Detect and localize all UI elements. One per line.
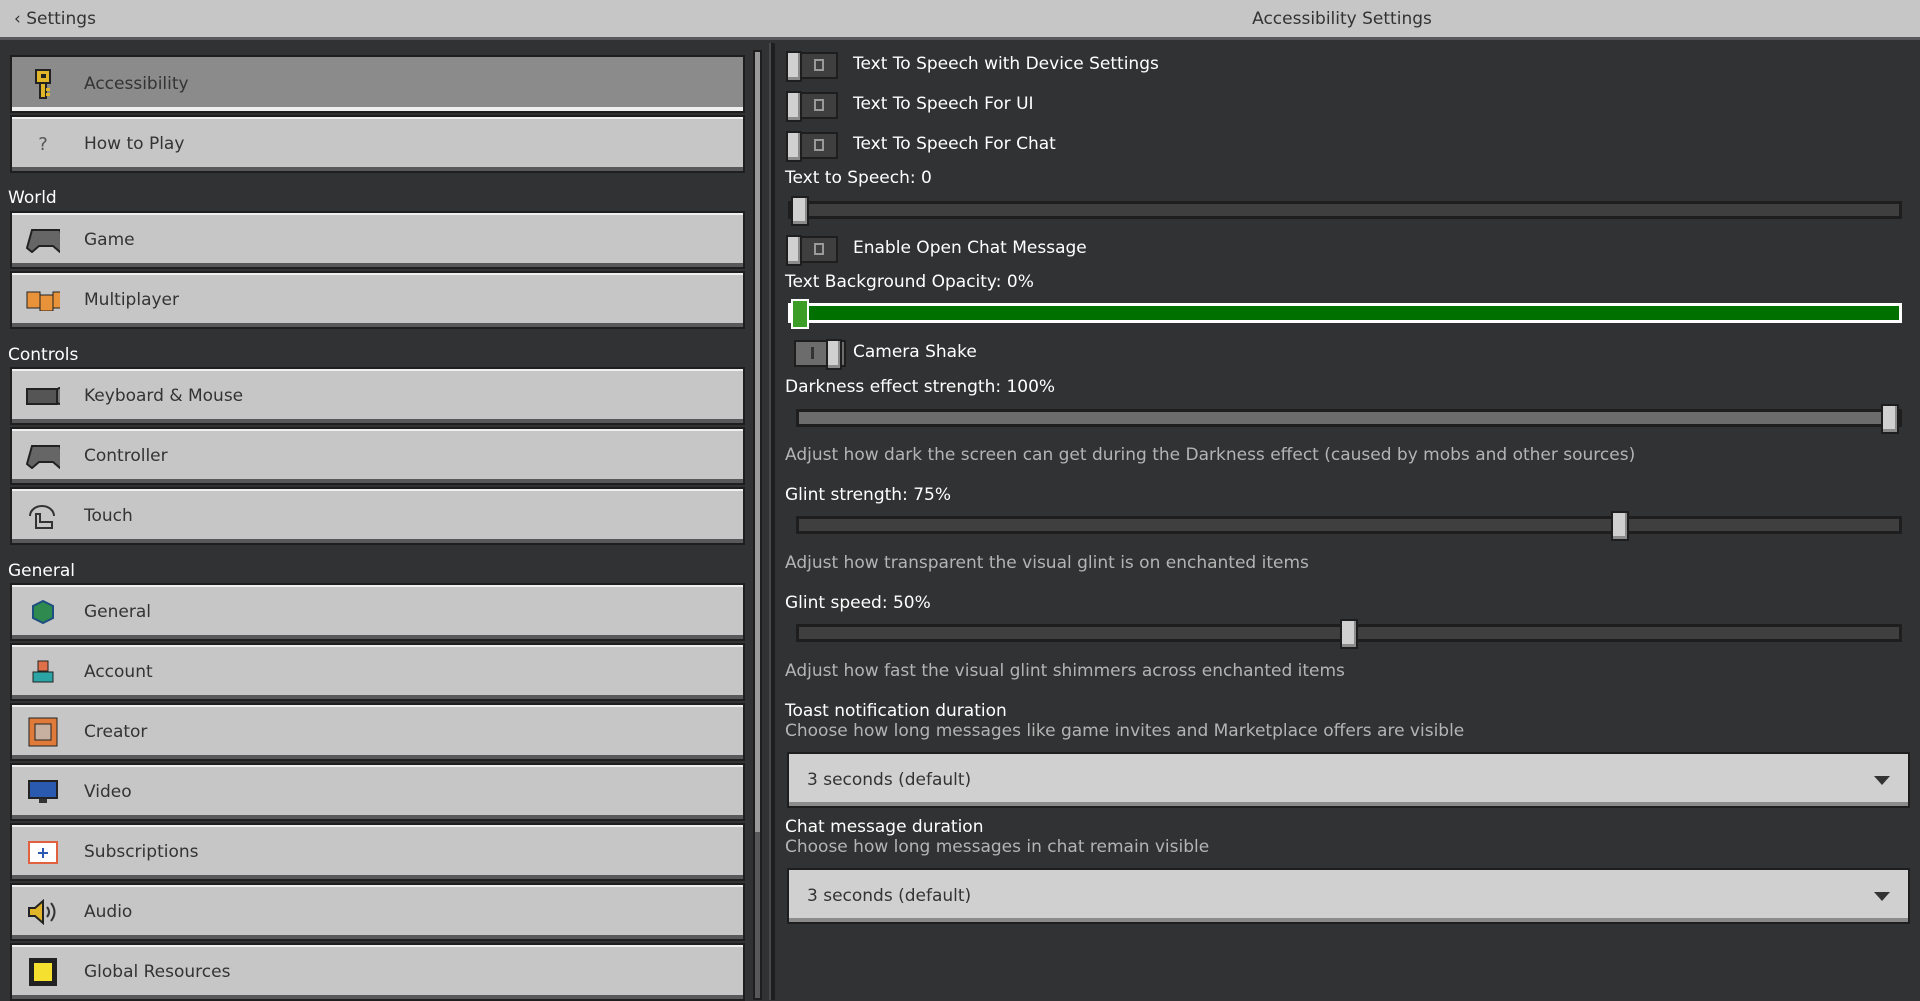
sidebar-item-label: General bbox=[84, 602, 151, 622]
tts-chat-label: Text To Speech For Chat bbox=[853, 134, 1056, 154]
slider-thumb[interactable] bbox=[1881, 404, 1899, 434]
bg-opacity-slider[interactable] bbox=[788, 299, 1902, 329]
tts-chat-toggle[interactable] bbox=[786, 131, 838, 162]
sidebar-item-label: Multiplayer bbox=[84, 290, 179, 310]
open-chat-toggle[interactable] bbox=[786, 235, 838, 266]
controller-icon bbox=[26, 441, 60, 471]
sidebar-item-label: Subscriptions bbox=[84, 842, 199, 862]
toast-duration-dropdown[interactable]: 3 seconds (default) bbox=[787, 752, 1910, 808]
tts-level-label: Text to Speech: 0 bbox=[785, 168, 932, 188]
back-button[interactable]: ‹ Settings bbox=[14, 9, 96, 29]
sidebar-item-label: Audio bbox=[84, 902, 133, 922]
scrollbar-thumb[interactable] bbox=[755, 52, 760, 832]
sidebar-scrollbar[interactable] bbox=[753, 50, 762, 1000]
dropdown-value: 3 seconds (default) bbox=[807, 770, 972, 790]
glint-strength-slider[interactable] bbox=[796, 511, 1902, 541]
darkness-label: Darkness effect strength: 100% bbox=[785, 377, 1056, 397]
header: ‹ Settings Accessibility Settings bbox=[0, 0, 1920, 40]
sidebar-item-game[interactable]: Game bbox=[10, 211, 745, 269]
page-title: Accessibility Settings bbox=[1252, 9, 1432, 29]
back-label: Settings bbox=[26, 9, 96, 29]
slider-thumb[interactable] bbox=[791, 299, 809, 329]
sidebar-item-label: Global Resources bbox=[84, 962, 231, 982]
sidebar-item-label: Keyboard & Mouse bbox=[84, 386, 244, 406]
camera-shake-toggle[interactable] bbox=[794, 339, 846, 370]
sidebar-item-touch[interactable]: Touch bbox=[10, 487, 745, 545]
sidebar-item-label: Account bbox=[84, 662, 153, 682]
creator-icon bbox=[26, 717, 60, 747]
resources-icon bbox=[26, 957, 60, 987]
dropdown-value: 3 seconds (default) bbox=[807, 886, 972, 906]
chevron-down-icon bbox=[1874, 776, 1890, 785]
sidebar-item-video[interactable]: Video bbox=[10, 763, 745, 821]
sidebar-item-accessibility[interactable]: Accessibility bbox=[10, 55, 745, 113]
speaker-icon bbox=[26, 897, 60, 927]
tts-device-toggle[interactable] bbox=[786, 51, 838, 82]
controller-icon bbox=[26, 225, 60, 255]
section-world: World bbox=[8, 188, 57, 208]
sidebar-item-general[interactable]: General bbox=[10, 583, 745, 641]
sidebar-item-label: Accessibility bbox=[84, 74, 189, 94]
darkness-slider[interactable] bbox=[796, 404, 1902, 434]
sidebar-item-account[interactable]: Account bbox=[10, 643, 745, 701]
sidebar-item-subscriptions[interactable]: Subscriptions bbox=[10, 823, 745, 881]
sidebar-item-label: How to Play bbox=[84, 134, 185, 154]
keyboard-icon bbox=[26, 381, 60, 411]
sidebar-item-label: Game bbox=[84, 230, 135, 250]
sidebar-item-global-resources[interactable]: Global Resources bbox=[10, 943, 745, 1001]
question-icon: ? bbox=[38, 133, 48, 155]
camera-shake-label: Camera Shake bbox=[853, 342, 977, 362]
globe-icon bbox=[26, 597, 60, 627]
glint-speed-slider[interactable] bbox=[796, 619, 1902, 649]
sidebar-item-label: Controller bbox=[84, 446, 168, 466]
bg-opacity-label: Text Background Opacity: 0% bbox=[785, 272, 1034, 292]
sidebar-item-keyboard-mouse[interactable]: Keyboard & Mouse bbox=[10, 367, 745, 425]
multiplayer-icon bbox=[26, 285, 60, 315]
sidebar-item-creator[interactable]: Creator bbox=[10, 703, 745, 761]
panel-divider bbox=[769, 43, 775, 1000]
glint-strength-label: Glint strength: 75% bbox=[785, 485, 951, 505]
account-icon bbox=[26, 657, 60, 687]
sidebar-item-label: Video bbox=[84, 782, 132, 802]
glint-speed-desc: Adjust how fast the visual glint shimmer… bbox=[785, 661, 1345, 681]
section-controls: Controls bbox=[8, 345, 79, 365]
tts-device-label: Text To Speech with Device Settings bbox=[853, 54, 1159, 74]
tts-ui-toggle[interactable] bbox=[786, 91, 838, 122]
toast-duration-label: Toast notification duration bbox=[785, 701, 1007, 721]
subscriptions-icon bbox=[26, 837, 60, 867]
tts-ui-label: Text To Speech For UI bbox=[853, 94, 1034, 114]
chat-duration-dropdown[interactable]: 3 seconds (default) bbox=[787, 868, 1910, 924]
sidebar-item-label: Touch bbox=[84, 506, 133, 526]
chat-duration-label: Chat message duration bbox=[785, 817, 984, 837]
sidebar-item-controller[interactable]: Controller bbox=[10, 427, 745, 485]
slider-thumb[interactable] bbox=[791, 196, 809, 226]
sidebar-item-audio[interactable]: Audio bbox=[10, 883, 745, 941]
sidebar-item-how-to-play[interactable]: ? How to Play bbox=[10, 115, 745, 173]
sidebar-item-label: Creator bbox=[84, 722, 148, 742]
glint-strength-desc: Adjust how transparent the visual glint … bbox=[785, 553, 1309, 573]
toast-duration-desc: Choose how long messages like game invit… bbox=[785, 721, 1465, 741]
open-chat-label: Enable Open Chat Message bbox=[853, 238, 1087, 258]
section-general: General bbox=[8, 561, 75, 581]
slider-thumb[interactable] bbox=[1610, 511, 1629, 541]
darkness-desc: Adjust how dark the screen can get durin… bbox=[785, 445, 1636, 465]
monitor-icon bbox=[26, 777, 60, 807]
key-icon bbox=[26, 69, 60, 99]
tts-level-slider[interactable] bbox=[788, 196, 1902, 226]
glint-speed-label: Glint speed: 50% bbox=[785, 593, 931, 613]
chevron-down-icon bbox=[1874, 892, 1890, 901]
chat-duration-desc: Choose how long messages in chat remain … bbox=[785, 837, 1210, 857]
sidebar-item-multiplayer[interactable]: Multiplayer bbox=[10, 271, 745, 329]
slider-thumb[interactable] bbox=[1340, 619, 1358, 649]
touch-icon bbox=[26, 501, 60, 531]
